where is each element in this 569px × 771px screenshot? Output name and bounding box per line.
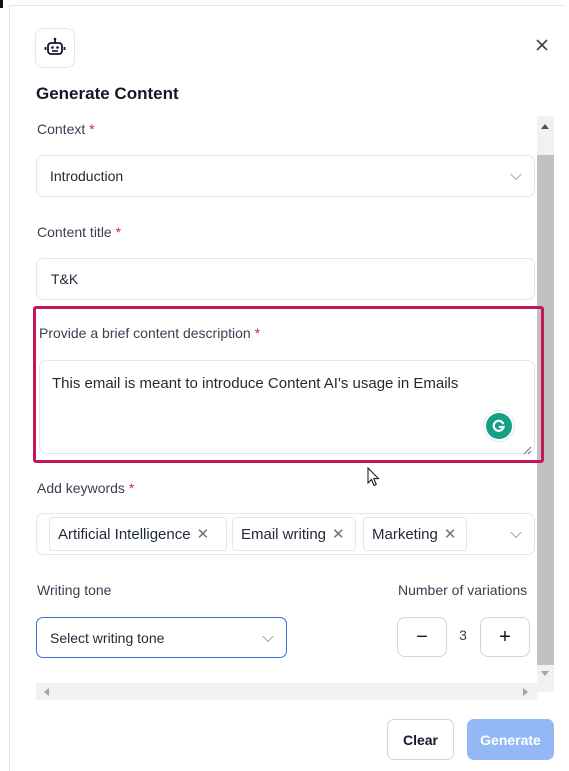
context-label: Context * (37, 121, 95, 137)
chevron-down-icon (510, 526, 522, 539)
required-mark: * (89, 121, 95, 137)
description-label: Provide a brief content description * (39, 325, 261, 341)
close-icon[interactable] (533, 36, 551, 54)
mouse-pointer-icon (367, 466, 381, 487)
content-title-input[interactable]: T&K (36, 258, 535, 300)
remove-chip-icon[interactable]: ✕ (197, 525, 210, 543)
variations-label: Number of variations (398, 582, 528, 598)
required-mark: * (115, 224, 122, 240)
horizontal-scrollbar[interactable] (36, 683, 537, 700)
writing-tone-select[interactable]: Select writing tone (36, 617, 287, 658)
robot-icon (35, 28, 75, 68)
required-mark: * (254, 325, 261, 341)
keywords-label: Add keywords * (37, 480, 135, 496)
scroll-up-arrow-icon[interactable] (541, 124, 549, 129)
clear-button[interactable]: Clear (387, 719, 454, 760)
scroll-down-arrow-icon[interactable] (541, 671, 549, 676)
context-select[interactable]: Introduction (36, 155, 535, 197)
panel-top-border (10, 5, 566, 6)
generate-button[interactable]: Generate (467, 719, 554, 760)
keyword-chip: Marketing ✕ (363, 517, 467, 551)
scroll-right-arrow-icon[interactable] (523, 688, 528, 696)
decrement-button[interactable]: − (397, 617, 447, 657)
content-title-label: Content title * (37, 224, 122, 240)
keyword-chip: Artificial Intelligence ✕ (49, 517, 227, 551)
scroll-left-arrow-icon[interactable] (44, 688, 49, 696)
keyword-chip: Email writing ✕ (232, 517, 356, 551)
increment-button[interactable]: + (480, 617, 530, 657)
remove-chip-icon[interactable]: ✕ (444, 525, 457, 543)
variations-value: 3 (459, 627, 467, 643)
grammarly-icon[interactable] (486, 413, 512, 439)
remove-chip-icon[interactable]: ✕ (332, 525, 345, 543)
writing-tone-label: Writing tone (37, 582, 112, 598)
chevron-down-icon (262, 630, 274, 642)
window-corner (0, 0, 3, 8)
description-textarea[interactable]: This email is meant to introduce Content… (39, 360, 535, 454)
required-mark: * (128, 480, 135, 496)
resize-handle-icon[interactable] (522, 442, 532, 455)
panel-left-border (9, 5, 10, 771)
content-title-value: T&K (51, 271, 79, 287)
context-selected-value: Introduction (50, 168, 124, 184)
dialog-title: Generate Content (36, 84, 179, 103)
writing-tone-placeholder: Select writing tone (50, 629, 165, 646)
chevron-down-icon (510, 168, 522, 181)
description-value: This email is meant to introduce Content… (52, 375, 459, 392)
